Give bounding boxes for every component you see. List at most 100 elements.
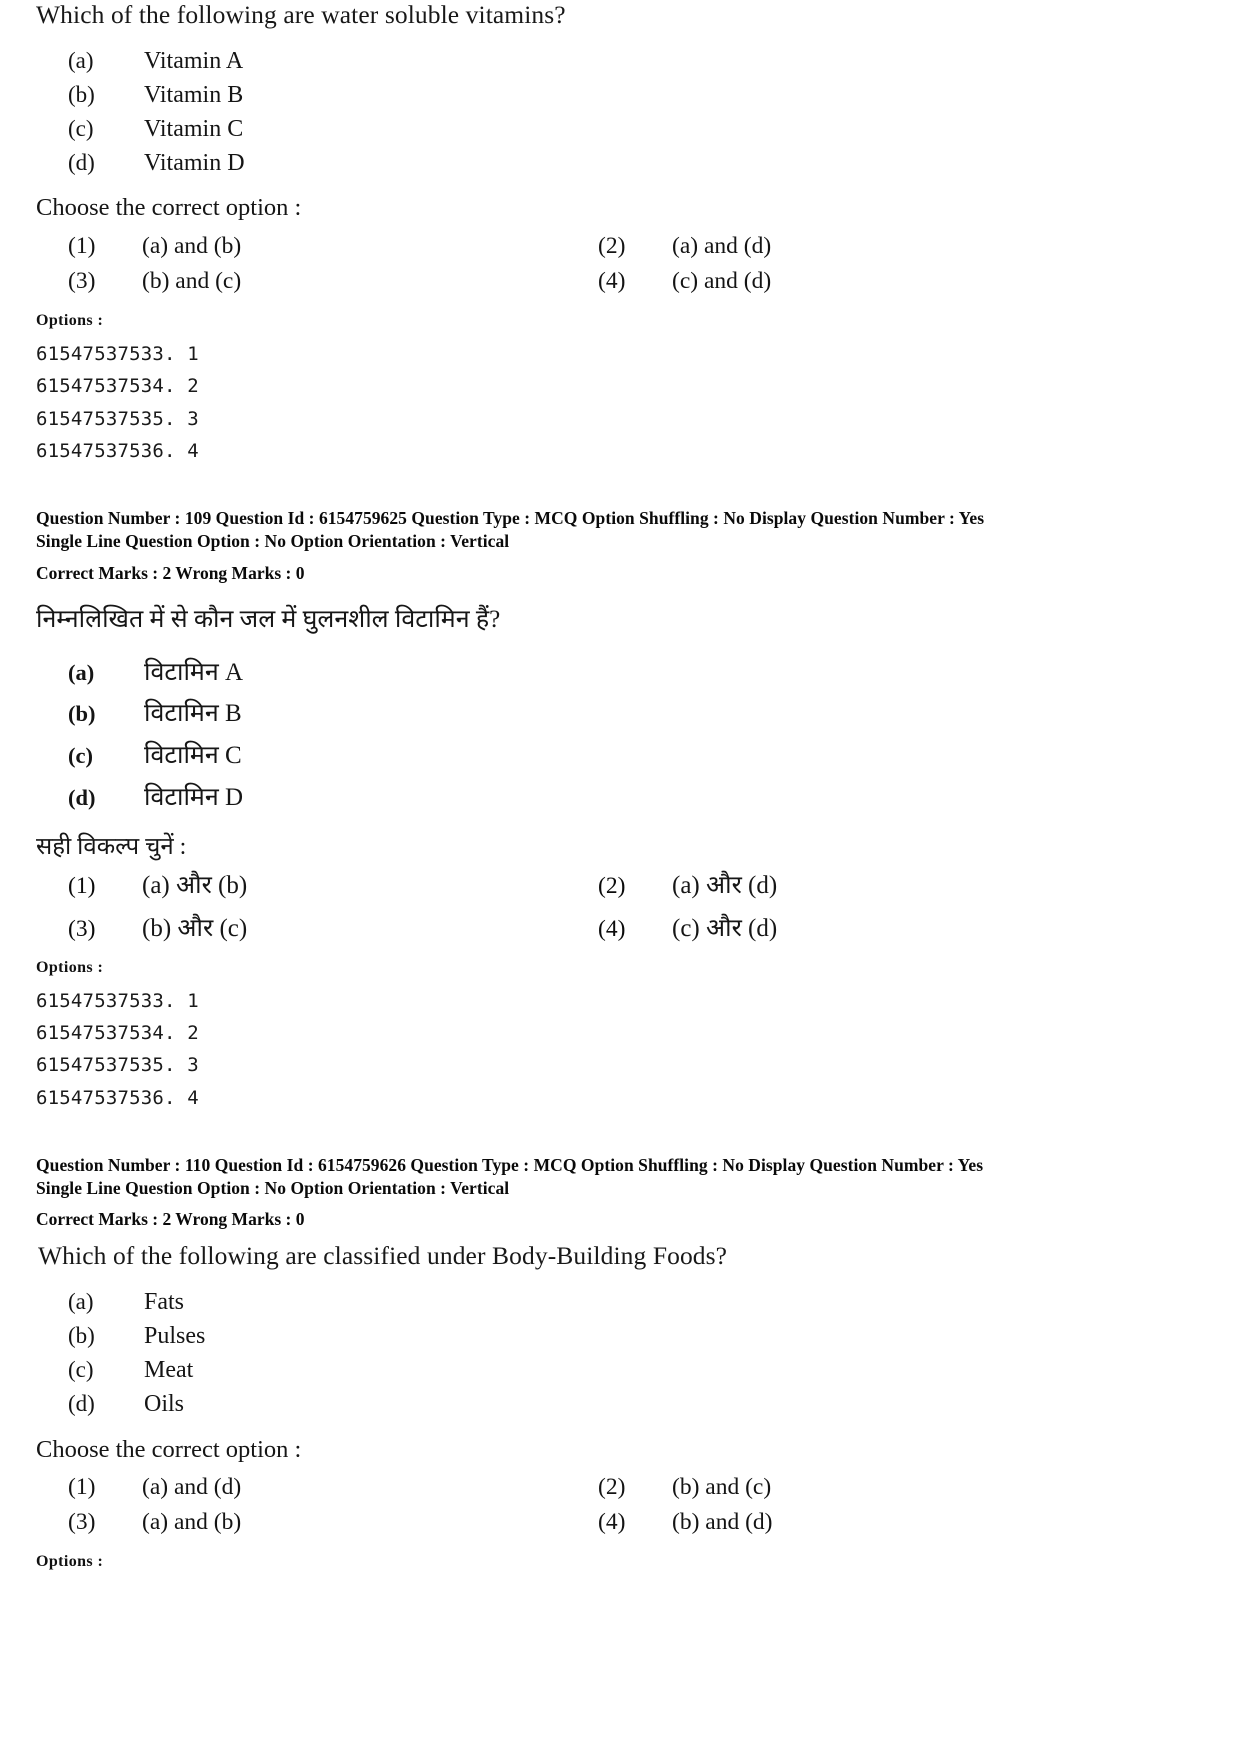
sub-option-b: (b) Pulses	[36, 1319, 1204, 1353]
exam-question-page: Which of the following are water soluble…	[0, 0, 1240, 1754]
sub-option-a: (a) विटामिन A	[36, 652, 1204, 694]
sub-option-list-2: (a) विटामिन A (b) विटामिन B (c) विटामिन …	[36, 652, 1204, 819]
answer-choice-2[interactable]: (2) (a) और (d)	[588, 870, 1204, 901]
sub-option-label-c: (c)	[68, 742, 93, 768]
sub-option-text-c: Meat	[144, 1357, 194, 1384]
sub-option-d: (d) Vitamin D	[36, 146, 1204, 180]
options-label-3: Options :	[36, 1553, 104, 1571]
option-id-3: 61547537535. 3	[36, 407, 199, 430]
sub-option-text-b: Pulses	[144, 1323, 206, 1350]
question-metadata-line-2-q110: Single Line Question Option : No Option …	[36, 1177, 510, 1198]
answer-choice-grid-3: (1) (a) and (d) (2) (b) and (c) (3) (a) …	[36, 1471, 1204, 1539]
choose-instruction-2: सही विकल्प चुनें :	[36, 834, 187, 861]
answer-choice-grid-2: (1) (a) और (b) (2) (a) और (d) (3) (b) और…	[36, 870, 1204, 945]
sub-option-text-d: विटामिन D	[144, 783, 244, 811]
option-id-3: 61547537535. 3	[36, 1054, 199, 1077]
question-stem-2: निम्नलिखित में से कौन जल में घुलनशील विट…	[36, 606, 501, 634]
sub-option-text-c: Vitamin C	[144, 116, 244, 143]
option-id-2: 61547537534. 2	[36, 375, 199, 398]
answer-choice-2[interactable]: (2) (a) and (d)	[588, 230, 1204, 263]
choose-instruction-1: Choose the correct option :	[36, 194, 302, 222]
answer-choice-number-4: (4)	[598, 268, 626, 295]
answer-choice-text-2: (a) और (d)	[672, 872, 778, 900]
sub-option-text-b: विटामिन B	[144, 700, 242, 728]
answer-choice-1[interactable]: (1) (a) and (b)	[68, 230, 588, 263]
answer-choice-number-1: (1)	[68, 1474, 96, 1501]
question-marks-q109: Correct Marks : 2 Wrong Marks : 0	[36, 562, 305, 583]
sub-option-text-c: विटामिन C	[144, 741, 242, 769]
answer-choice-1[interactable]: (1) (a) और (b)	[68, 870, 588, 901]
answer-choice-number-2: (2)	[598, 1474, 626, 1501]
answer-choice-2[interactable]: (2) (b) and (c)	[588, 1471, 1204, 1504]
sub-option-text-d: Vitamin D	[144, 150, 245, 177]
answer-choice-text-2: (a) and (d)	[672, 233, 772, 260]
sub-option-label-b: (b)	[68, 1323, 95, 1349]
sub-option-label-c: (c)	[68, 1357, 94, 1383]
answer-choice-number-1: (1)	[68, 873, 96, 900]
answer-choice-number-1: (1)	[68, 233, 96, 260]
sub-option-d: (d) विटामिन D	[36, 777, 1204, 819]
sub-option-label-a: (a)	[68, 48, 94, 74]
answer-choice-text-2: (b) and (c)	[672, 1474, 772, 1501]
sub-option-text-b: Vitamin B	[144, 82, 244, 109]
sub-option-label-a: (a)	[68, 1289, 94, 1315]
answer-choice-text-3: (b) और (c)	[142, 915, 248, 943]
sub-option-label-d: (d)	[68, 784, 96, 810]
sub-option-label-a: (a)	[68, 659, 95, 685]
answer-choice-4[interactable]: (4) (c) and (d)	[588, 265, 1204, 298]
option-id-1: 61547537533. 1	[36, 343, 199, 366]
sub-option-label-b: (b)	[68, 82, 95, 108]
answer-choice-1[interactable]: (1) (a) and (d)	[68, 1471, 588, 1504]
answer-choice-3[interactable]: (3) (a) and (b)	[68, 1506, 588, 1539]
choose-instruction-3: Choose the correct option :	[36, 1435, 302, 1463]
question-block-1: Which of the following are water soluble…	[0, 0, 1240, 467]
answer-choice-text-4: (c) और (d)	[672, 915, 778, 943]
answer-choice-4[interactable]: (4) (b) and (d)	[588, 1506, 1204, 1539]
sub-option-b: (b) विटामिन B	[36, 693, 1204, 735]
answer-choice-number-4: (4)	[598, 1509, 626, 1536]
question-metadata-line-1-q109: Question Number : 109 Question Id : 6154…	[36, 508, 985, 529]
answer-choice-number-2: (2)	[598, 873, 626, 900]
sub-option-label-d: (d)	[68, 150, 95, 176]
answer-choice-text-1: (a) and (d)	[142, 1474, 242, 1501]
sub-option-label-c: (c)	[68, 116, 94, 142]
answer-choice-text-1: (a) and (b)	[142, 233, 242, 260]
sub-option-text-a: Vitamin A	[144, 48, 244, 75]
answer-choice-3[interactable]: (3) (b) and (c)	[68, 265, 588, 298]
answer-choice-3[interactable]: (3) (b) और (c)	[68, 913, 588, 944]
question-metadata-line-1-q110: Question Number : 110 Question Id : 6154…	[36, 1154, 984, 1175]
answer-choice-number-3: (3)	[68, 268, 96, 295]
question-marks-q110: Correct Marks : 2 Wrong Marks : 0	[36, 1209, 305, 1230]
option-id-2: 61547537534. 2	[36, 1022, 199, 1044]
answer-choice-number-3: (3)	[68, 1509, 96, 1536]
answer-choice-text-4: (b) and (d)	[672, 1509, 773, 1536]
question-stem-3: Which of the following are classified un…	[38, 1241, 728, 1271]
options-label-2: Options :	[36, 958, 104, 976]
answer-choice-4[interactable]: (4) (c) और (d)	[588, 913, 1204, 944]
sub-option-c: (c) विटामिन C	[36, 735, 1204, 777]
sub-option-d: (d) Oils	[36, 1387, 1204, 1421]
sub-option-text-a: विटामिन A	[144, 658, 244, 686]
sub-option-label-b: (b)	[68, 701, 96, 727]
option-id-4: 61547537536. 4	[36, 1086, 199, 1109]
answer-choice-text-3: (b) and (c)	[142, 268, 242, 295]
question-metadata-line-2-q109: Single Line Question Option : No Option …	[36, 530, 510, 551]
question-block-2: Question Number : 109 Question Id : 6154…	[0, 507, 1240, 1114]
answer-choice-text-3: (a) and (b)	[142, 1509, 242, 1536]
sub-option-list-3: (a) Fats (b) Pulses (c) Meat (d) Oils	[36, 1285, 1204, 1421]
question-stem-1: Which of the following are water soluble…	[36, 0, 566, 29]
sub-option-text-a: Fats	[144, 1289, 185, 1316]
sub-option-c: (c) Vitamin C	[36, 112, 1204, 146]
sub-option-a: (a) Vitamin A	[36, 44, 1204, 78]
options-label-1: Options :	[36, 312, 104, 330]
sub-option-text-d: Oils	[144, 1391, 185, 1418]
answer-choice-grid-1: (1) (a) and (b) (2) (a) and (d) (3) (b) …	[36, 230, 1204, 298]
sub-option-a: (a) Fats	[36, 1285, 1204, 1319]
option-id-4: 61547537536. 4	[36, 439, 199, 462]
question-block-3: Question Number : 110 Question Id : 6154…	[0, 1154, 1240, 1571]
sub-option-list-1: (a) Vitamin A (b) Vitamin B (c) Vitamin …	[36, 44, 1204, 180]
answer-choice-text-1: (a) और (b)	[142, 872, 248, 900]
option-id-1: 61547537533. 1	[36, 989, 199, 1012]
answer-choice-number-3: (3)	[68, 916, 96, 943]
